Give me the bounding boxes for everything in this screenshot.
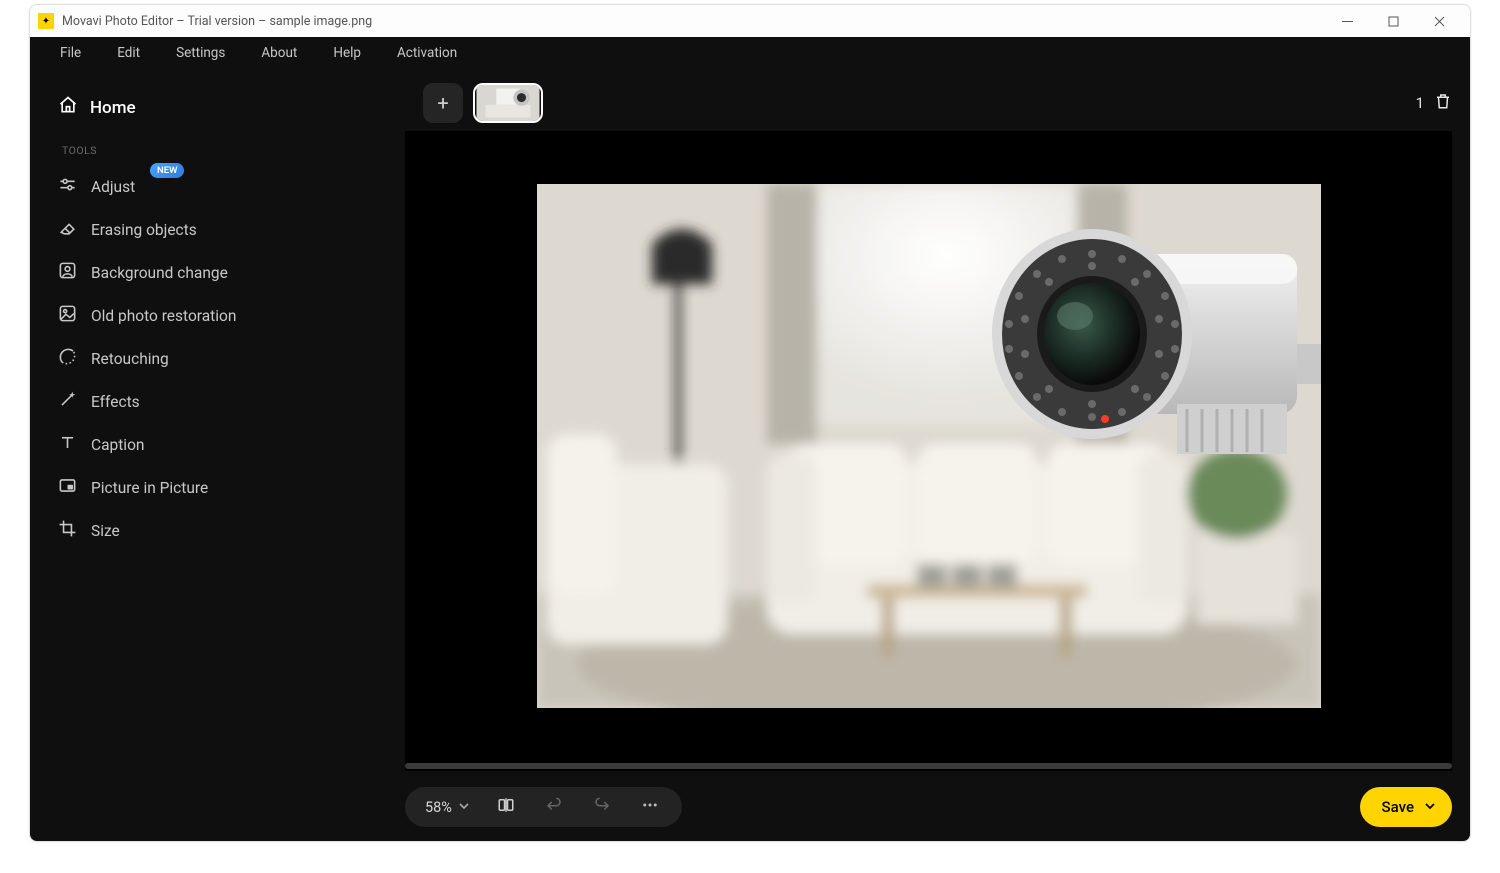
- plus-icon: +: [437, 91, 448, 115]
- chevron-down-icon: [458, 799, 470, 816]
- redo-icon: [593, 796, 611, 818]
- home-label: Home: [90, 98, 136, 118]
- zoom-value: 58%: [425, 799, 452, 816]
- maximize-button[interactable]: [1370, 5, 1416, 37]
- image-count-area: 1: [1416, 91, 1452, 115]
- crop-icon: [58, 519, 77, 542]
- add-image-button[interactable]: +: [423, 83, 463, 123]
- menubar: File Edit Settings About Help Activation: [30, 37, 1470, 69]
- menu-activation[interactable]: Activation: [379, 39, 475, 67]
- titlebar: ✦ Movavi Photo Editor – Trial version – …: [30, 5, 1470, 37]
- close-button[interactable]: [1416, 5, 1462, 37]
- image-viewer: [405, 131, 1452, 771]
- tool-old-photo-restoration[interactable]: Old photo restoration: [58, 294, 405, 337]
- tool-caption[interactable]: Caption: [58, 423, 405, 466]
- tool-label: Background change: [91, 264, 228, 282]
- home-icon: [58, 95, 78, 120]
- wand-icon: [58, 390, 77, 413]
- tool-label: Effects: [91, 393, 140, 411]
- thumbnail-row: + 1: [405, 69, 1470, 131]
- tool-picture-in-picture[interactable]: Picture in Picture: [58, 466, 405, 509]
- horizontal-scrollbar[interactable]: [405, 761, 1452, 771]
- undo-button[interactable]: [532, 787, 576, 827]
- tool-adjust[interactable]: Adjust NEW: [58, 165, 405, 208]
- image-count: 1: [1416, 94, 1424, 112]
- person-frame-icon: [58, 261, 77, 284]
- compare-button[interactable]: [484, 787, 528, 827]
- tool-label: Picture in Picture: [91, 479, 208, 497]
- trash-icon[interactable]: [1434, 91, 1452, 115]
- text-icon: [58, 433, 77, 456]
- window-controls: [1324, 5, 1462, 37]
- tool-erasing-objects[interactable]: Erasing objects: [58, 208, 405, 251]
- thumbnail-1[interactable]: [473, 83, 543, 123]
- tool-background-change[interactable]: Background change: [58, 251, 405, 294]
- bottom-toolbar: 58%: [405, 775, 1470, 841]
- tool-label: Old photo restoration: [91, 307, 236, 325]
- more-icon: [641, 796, 659, 818]
- canvas-area[interactable]: [405, 131, 1452, 761]
- zoom-toolbar-group: 58%: [405, 787, 682, 827]
- menu-about[interactable]: About: [243, 39, 315, 67]
- tool-label: Erasing objects: [91, 221, 197, 239]
- image-repair-icon: [58, 304, 77, 327]
- menu-file[interactable]: File: [42, 39, 99, 67]
- sidebar: Home TOOLS Adjust NEW Erasing objects Ba…: [30, 69, 405, 841]
- tool-size[interactable]: Size: [58, 509, 405, 552]
- pip-icon: [58, 476, 77, 499]
- scrollbar-thumb[interactable]: [405, 763, 1452, 769]
- chevron-down-icon: [1424, 798, 1436, 816]
- menu-help[interactable]: Help: [315, 39, 379, 67]
- canvas-image: [537, 184, 1321, 708]
- tool-label: Retouching: [91, 350, 169, 368]
- app-body: File Edit Settings About Help Activation…: [30, 37, 1470, 841]
- tool-label: Adjust: [91, 178, 135, 196]
- tool-effects[interactable]: Effects: [58, 380, 405, 423]
- tool-label: Caption: [91, 436, 144, 454]
- app-window: ✦ Movavi Photo Editor – Trial version – …: [29, 4, 1471, 842]
- minimize-button[interactable]: [1324, 5, 1370, 37]
- menu-edit[interactable]: Edit: [99, 39, 158, 67]
- tools-section-label: TOOLS: [58, 134, 405, 165]
- redo-button[interactable]: [580, 787, 624, 827]
- more-button[interactable]: [628, 787, 672, 827]
- retouch-icon: [58, 347, 77, 370]
- sidebar-home[interactable]: Home: [58, 87, 405, 134]
- tool-retouching[interactable]: Retouching: [58, 337, 405, 380]
- undo-icon: [545, 796, 563, 818]
- window-title: Movavi Photo Editor – Trial version – sa…: [62, 14, 372, 29]
- eraser-icon: [58, 218, 77, 241]
- new-badge: NEW: [150, 163, 184, 178]
- save-label: Save: [1382, 798, 1414, 816]
- compare-icon: [497, 796, 515, 818]
- thumbnail-image: [475, 85, 541, 121]
- zoom-dropdown[interactable]: 58%: [425, 799, 480, 816]
- app-icon: ✦: [38, 13, 54, 29]
- adjust-icon: [58, 175, 77, 198]
- main-area: + 1: [405, 69, 1470, 841]
- menu-settings[interactable]: Settings: [158, 39, 243, 67]
- save-button[interactable]: Save: [1360, 787, 1452, 827]
- content: Home TOOLS Adjust NEW Erasing objects Ba…: [30, 69, 1470, 841]
- tool-label: Size: [91, 522, 120, 540]
